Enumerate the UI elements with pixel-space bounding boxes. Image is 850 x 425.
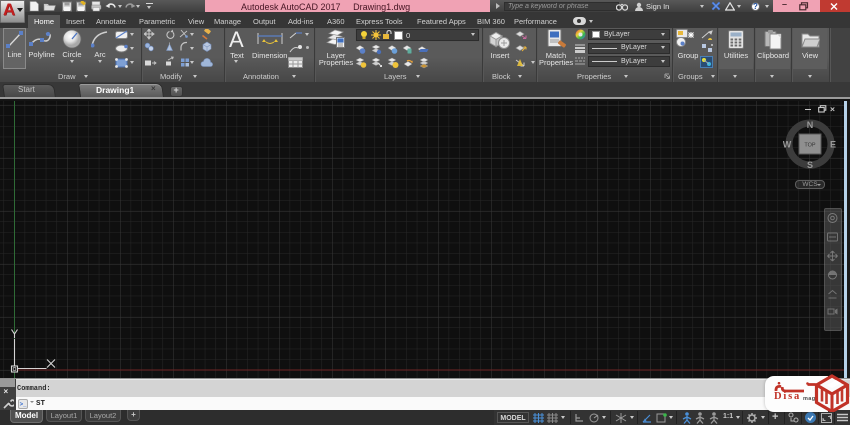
svg-text:N: N: [807, 120, 814, 130]
svg-text:W: W: [783, 140, 792, 150]
svg-text:TOP: TOP: [804, 143, 816, 149]
svg-text:E: E: [830, 140, 836, 150]
svg-text:S: S: [807, 160, 813, 170]
